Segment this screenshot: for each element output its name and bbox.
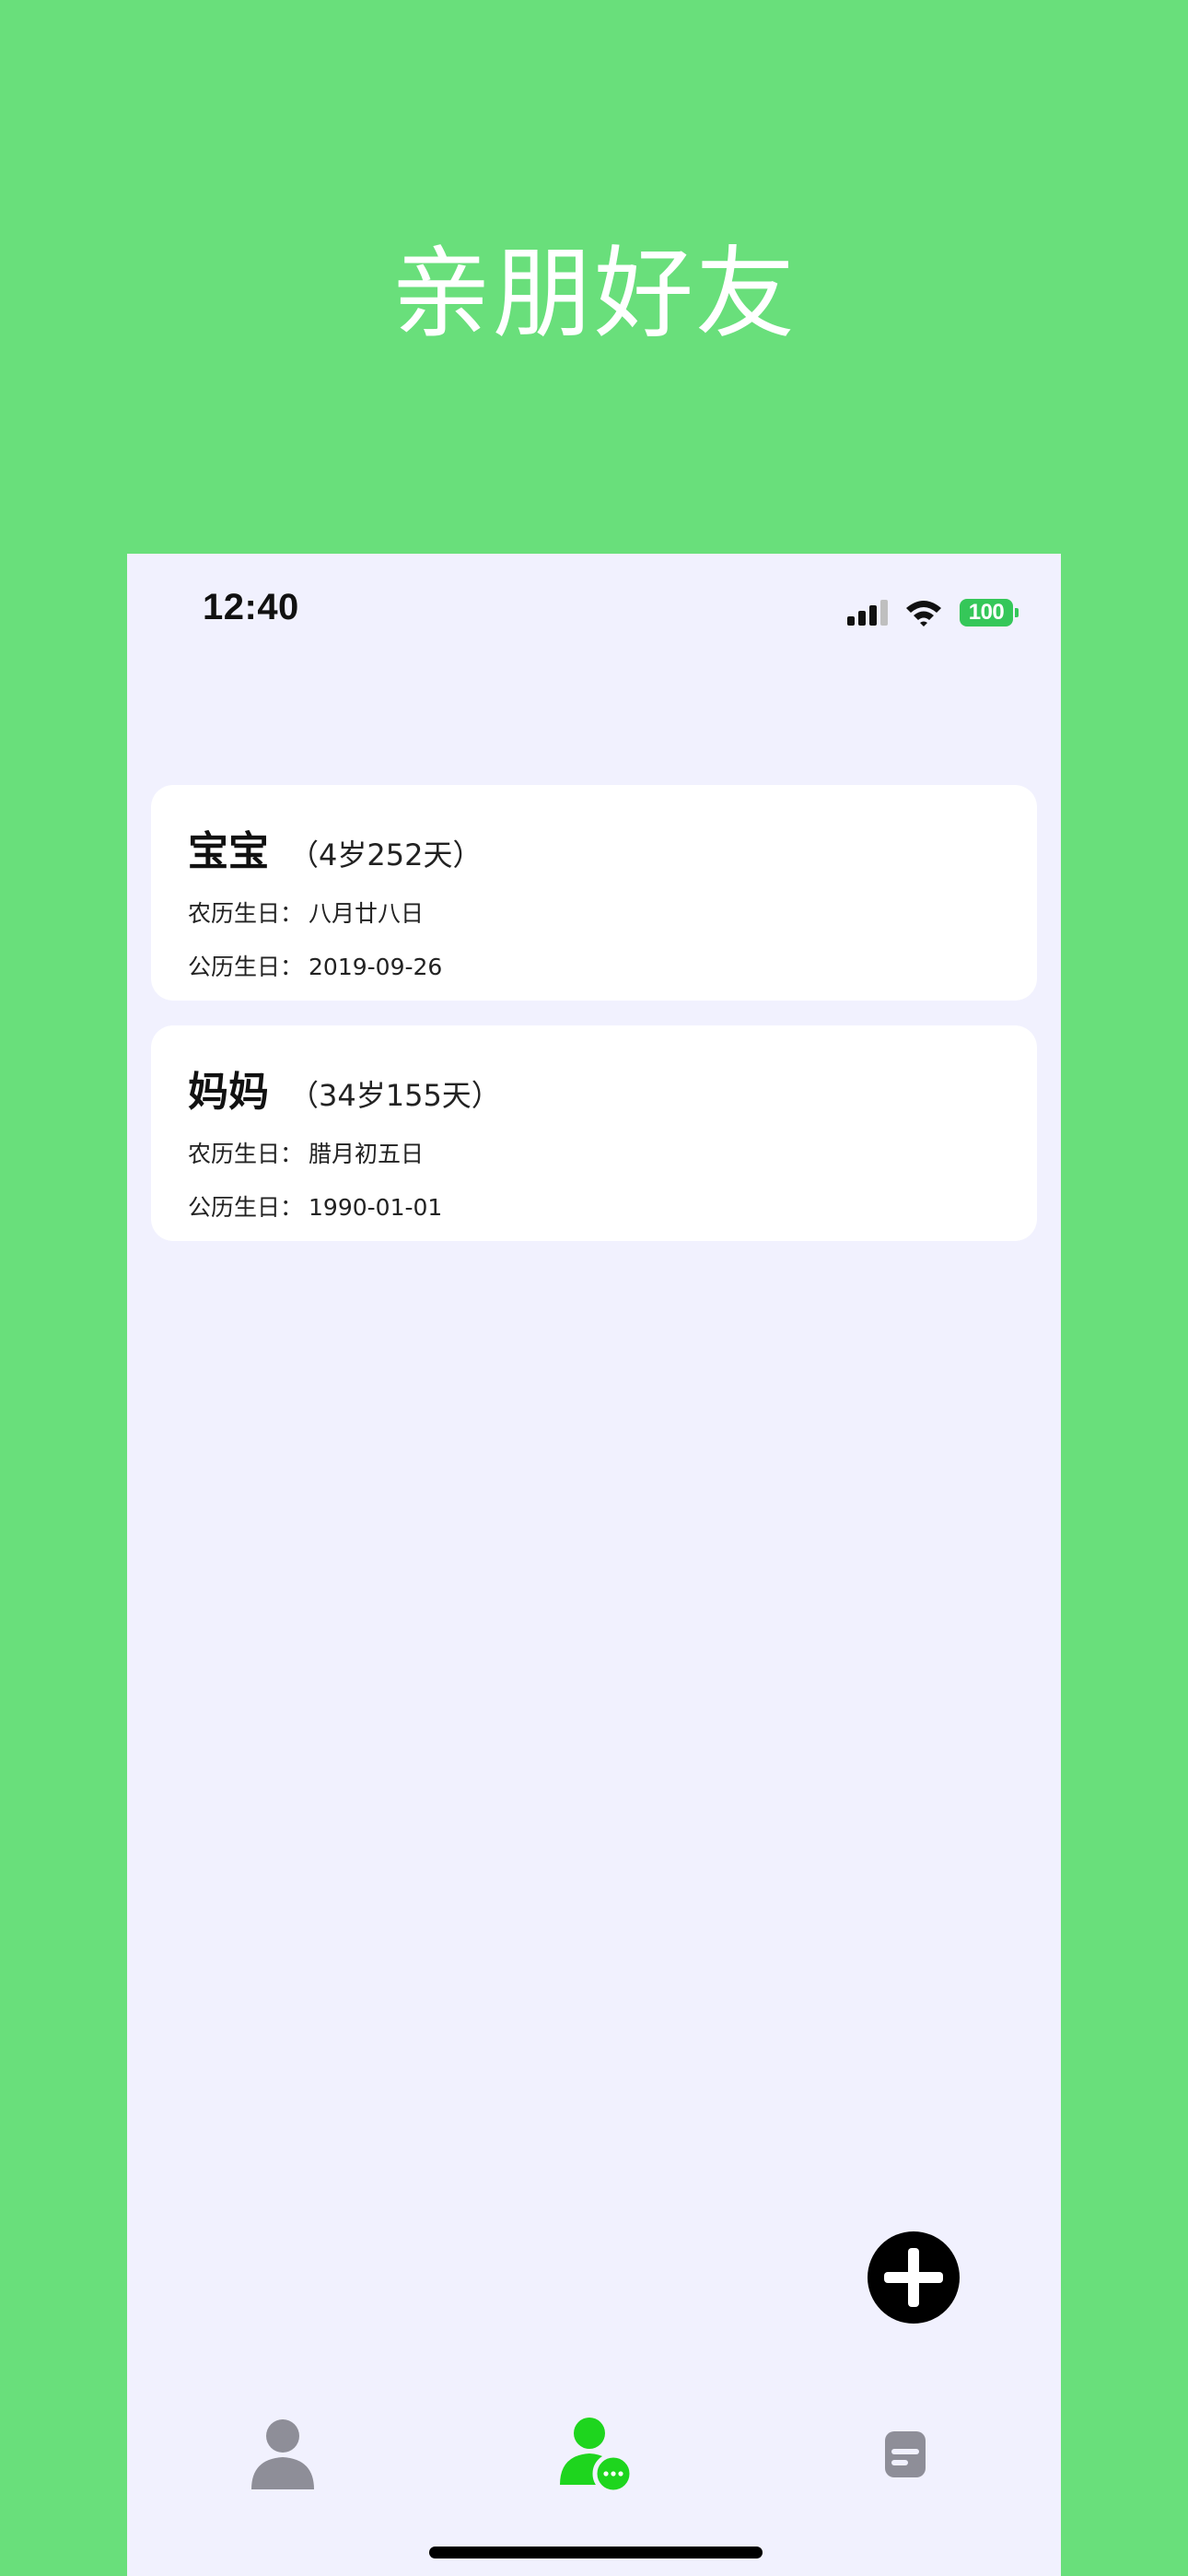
- phone-screen: 12:40 100 宝宝 （4岁252天） 农历生日： 八月廿八日 公历生日： 20…: [127, 554, 1061, 2576]
- promo-title: 亲朋好友: [390, 237, 797, 352]
- solar-birthday-label: 公历生日：: [188, 954, 304, 980]
- tab-friends[interactable]: [554, 2413, 637, 2496]
- contact-age: （4岁252天）: [289, 837, 483, 872]
- wifi-icon: [906, 601, 941, 626]
- tab-profile[interactable]: [241, 2413, 324, 2496]
- battery-level: 100: [960, 599, 1013, 626]
- solar-birthday-value: 1990-01-01: [309, 1194, 443, 1221]
- contact-age: （34岁155天）: [289, 1078, 501, 1113]
- lunar-birthday: 农历生日： 八月廿八日: [188, 896, 424, 929]
- lunar-birthday-label: 农历生日：: [188, 900, 304, 927]
- contact-name: 妈妈: [188, 1069, 269, 1116]
- status-time: 12:40: [203, 587, 299, 627]
- lunar-birthday-label: 农历生日：: [188, 1141, 304, 1167]
- tab-notes[interactable]: [864, 2413, 947, 2496]
- home-indicator[interactable]: [429, 2547, 763, 2558]
- battery-icon: 100: [960, 599, 1019, 626]
- solar-birthday-value: 2019-09-26: [309, 954, 443, 980]
- status-icons: 100: [847, 597, 1019, 628]
- contact-card[interactable]: 宝宝 （4岁252天） 农历生日： 八月廿八日 公历生日： 2019-09-26: [151, 785, 1037, 1001]
- lunar-birthday: 农历生日： 腊月初五日: [188, 1136, 424, 1169]
- solar-birthday: 公历生日： 1990-01-01: [188, 1189, 442, 1223]
- cellular-signal-icon: [847, 600, 888, 626]
- person-icon: [251, 2419, 314, 2489]
- person-chat-icon: [560, 2418, 635, 2495]
- solar-birthday-label: 公历生日：: [188, 1194, 304, 1221]
- add-contact-button[interactable]: [868, 2231, 960, 2324]
- note-icon: [885, 2431, 926, 2477]
- contact-card[interactable]: 妈妈 （34岁155天） 农历生日： 腊月初五日 公历生日： 1990-01-01: [151, 1025, 1037, 1241]
- lunar-birthday-value: 八月廿八日: [309, 900, 425, 927]
- solar-birthday: 公历生日： 2019-09-26: [188, 949, 442, 982]
- lunar-birthday-value: 腊月初五日: [309, 1141, 425, 1167]
- contact-name: 宝宝: [188, 828, 269, 875]
